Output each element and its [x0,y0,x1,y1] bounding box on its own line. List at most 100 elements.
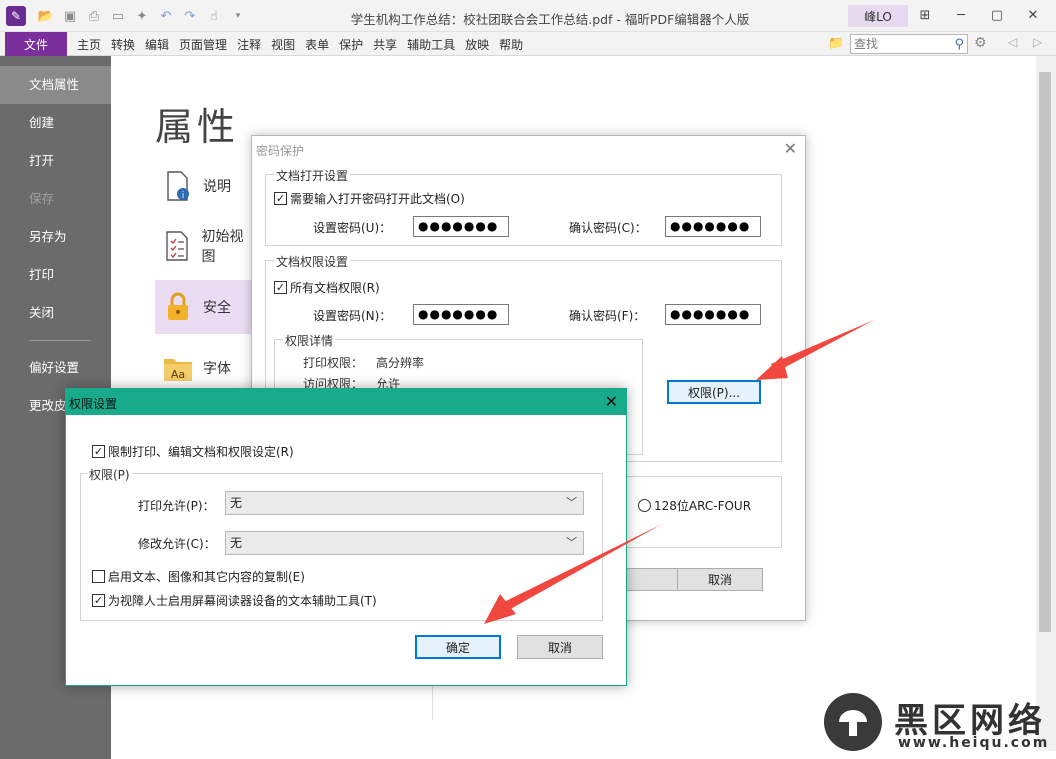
user-account-button[interactable]: 峰LO [848,5,908,27]
tab-edit[interactable]: 编辑 [145,36,176,53]
checklist-icon [161,229,193,263]
property-security[interactable]: 安全 [155,280,255,334]
nav-back-icon[interactable]: ◁ [1008,35,1017,49]
close-icon[interactable]: ✕ [1018,4,1048,26]
nav-forward-icon[interactable]: ▷ [1033,35,1042,49]
sidebar-item-save: 保存 [29,191,55,206]
sidebar-item-print[interactable]: 打印 [0,256,111,294]
all-permissions-label: 所有文档权限(R) [290,281,380,295]
checkbox-checked-icon: ✓ [92,445,105,458]
tab-comment[interactable]: 注释 [237,36,268,53]
permission-dialog-close-icon[interactable]: ✕ [605,392,618,411]
confirm-password-c-label: 确认密码(C)： [569,221,647,235]
search-icon[interactable]: ⚲ [954,36,964,54]
ribbon-tabs: 主页 转换 编辑 页面管理 注释 视图 表单 保护 共享 辅助工具 放映 帮助 [77,32,533,56]
title-bar: ✎ 📂 ▣ ⎙ ▭ ✦ ↶ ↷ ☝ ▾ 学生机构工作总结：校社团联合会工作总结.… [0,0,1056,32]
password-dialog-close-icon[interactable]: ✕ [784,139,797,158]
sidebar-item-document-properties[interactable]: 文档属性 [0,66,111,104]
enable-copy-label: 启用文本、图像和其它内容的复制(E) [108,570,305,584]
search-input[interactable]: 查找 ⚲ [850,34,968,54]
ribbon-menu-bar: 文件 主页 转换 编辑 页面管理 注释 视图 表单 保护 共享 辅助工具 放映 … [0,32,1056,56]
ok-button[interactable]: 确定 [415,635,501,659]
sidebar-item-create[interactable]: 创建 [0,104,111,142]
modify-allow-select[interactable]: 无 ﹀ [225,531,584,555]
print-permission-label: 打印权限： [303,356,364,370]
property-initial-view[interactable]: 初始视图 [155,220,255,272]
sidebar-item-save-as[interactable]: 另存为 [0,218,111,256]
checkbox-checked-icon: ✓ [92,594,105,607]
checkbox-checked-icon: ✓ [274,281,287,294]
tab-file[interactable]: 文件 [5,32,67,56]
permission-dialog-title: 权限设置 [69,397,118,411]
confirm-password-f-label: 确认密码(F)： [569,309,646,323]
page-title: 属性 [155,105,240,149]
watermark: 黑区网络 www.heiqu.com [824,693,1054,755]
tab-form[interactable]: 表单 [305,36,336,53]
open-settings-group: 文档打开设置 ✓ 需要输入打开密码打开此文档(O) 设置密码(U)： ●●●●●… [265,167,782,246]
tab-page-management[interactable]: 页面管理 [179,36,234,53]
property-initial-view-label: 初始视图 [201,229,244,265]
print-permission-value: 高分辨率 [376,356,425,370]
sidebar-divider [29,340,91,341]
encryption-option-label: 128位ARC-FOUR [654,499,752,513]
tab-help[interactable]: 帮助 [499,36,530,53]
checkbox-unchecked-icon [92,570,105,583]
all-permissions-checkbox[interactable]: ✓ 所有文档权限(R) [274,279,380,296]
tab-view[interactable]: 视图 [271,36,302,53]
property-description[interactable]: i 说明 [155,160,255,212]
scrollbar-thumb[interactable] [1039,72,1051,632]
settings-gear-icon[interactable]: ⚙ [974,35,987,51]
chevron-down-icon: ﹀ [566,536,577,549]
open-password-confirm-field[interactable]: ●●●●●●● [665,216,761,237]
password-dialog-title: 密码保护 [256,144,305,158]
permission-details-label: 权限详情 [283,332,336,349]
encryption-128-arcfour-radio[interactable]: 128位ARC-FOUR [638,497,751,514]
tab-protect[interactable]: 保护 [339,36,370,53]
mushroom-logo-icon [824,693,882,751]
folder-search-icon[interactable]: 📁 [828,36,844,51]
permission-settings-group-label: 文档权限设置 [274,253,351,270]
layout-icon[interactable]: ⊞ [910,4,940,26]
screen-reader-label: 为视障人士启用屏幕阅读器设备的文本辅助工具(T) [108,594,377,608]
search-placeholder: 查找 [854,37,879,51]
property-description-label: 说明 [203,179,231,195]
sidebar-item-preferences[interactable]: 偏好设置 [0,349,111,387]
permissions-button[interactable]: 权限(P)... [667,380,761,404]
modify-allow-value: 无 [230,536,243,550]
tab-home[interactable]: 主页 [77,36,108,53]
tab-share[interactable]: 共享 [373,36,404,53]
restrict-label: 限制打印、编辑文档和权限设定(R) [108,445,294,459]
sidebar-item-close[interactable]: 关闭 [0,294,111,332]
set-password-u-label: 设置密码(U)： [313,221,392,235]
set-password-n-label: 设置密码(N)： [313,309,392,323]
open-settings-group-label: 文档打开设置 [274,167,351,184]
require-open-password-checkbox[interactable]: ✓ 需要输入打开密码打开此文档(O) [274,190,465,207]
permission-password-field[interactable]: ●●●●●●● [413,304,509,325]
maximize-icon[interactable]: ▢ [982,4,1012,26]
password-dialog-cancel-button[interactable]: 取消 [677,568,763,591]
font-folder-icon: Aa [161,351,195,385]
print-allow-select[interactable]: 无 ﹀ [225,491,584,515]
property-fonts-label: 字体 [203,361,231,377]
checkbox-checked-icon: ✓ [274,192,287,205]
minimize-icon[interactable]: ─ [946,4,976,26]
permission-dialog-body: ✓ 限制打印、编辑文档和权限设定(R) 权限(P) 打印允许(P)： 无 ﹀ 修… [66,415,626,685]
enable-copy-checkbox[interactable]: 启用文本、图像和其它内容的复制(E) [92,568,305,585]
permission-dialog-titlebar: 权限设置 ✕ [66,389,626,415]
tab-accessibility[interactable]: 辅助工具 [407,36,462,53]
property-security-label: 安全 [203,300,231,316]
svg-text:i: i [182,191,185,201]
restrict-checkbox[interactable]: ✓ 限制打印、编辑文档和权限设定(R) [92,443,294,460]
watermark-url: www.heiqu.com [898,735,1050,751]
tab-slideshow[interactable]: 放映 [465,36,496,53]
permissions-group-label: 权限(P) [87,466,132,483]
sidebar-item-open[interactable]: 打开 [0,142,111,180]
require-open-password-label: 需要输入打开密码打开此文档(O) [290,192,465,206]
tab-convert[interactable]: 转换 [111,36,142,53]
cancel-button[interactable]: 取消 [517,635,603,659]
permission-password-confirm-field[interactable]: ●●●●●●● [665,304,761,325]
screen-reader-checkbox[interactable]: ✓ 为视障人士启用屏幕阅读器设备的文本辅助工具(T) [92,592,377,609]
property-fonts[interactable]: Aa 字体 [155,342,255,394]
open-password-field[interactable]: ●●●●●●● [413,216,509,237]
permission-settings-dialog: 权限设置 ✕ ✓ 限制打印、编辑文档和权限设定(R) 权限(P) 打印允许(P)… [65,388,627,686]
